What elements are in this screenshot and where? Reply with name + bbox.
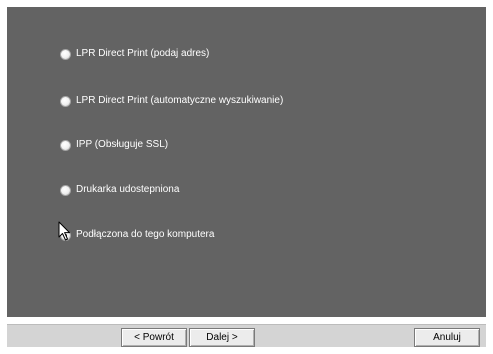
- option-ipp-ssl[interactable]: IPP (Obsługuje SSL): [60, 137, 168, 153]
- radio-button[interactable]: [60, 48, 71, 60]
- radio-button-selected[interactable]: [60, 229, 71, 241]
- radio-button[interactable]: [60, 184, 71, 196]
- option-label: Podłączona do tego komputera: [76, 229, 215, 240]
- option-label: LPR Direct Print (automatyczne wyszukiwa…: [76, 95, 284, 106]
- wizard-button-bar: < Powrót Dalej > Anuluj: [7, 324, 486, 347]
- next-button[interactable]: Dalej >: [189, 328, 255, 347]
- option-label: IPP (Obsługuje SSL): [76, 139, 169, 150]
- back-button[interactable]: < Powrót: [121, 328, 187, 347]
- cancel-button[interactable]: Anuluj: [414, 328, 480, 347]
- radio-button[interactable]: [60, 139, 71, 151]
- option-lpr-direct-print-address[interactable]: LPR Direct Print (podaj adres): [60, 46, 209, 62]
- option-local-computer[interactable]: Podłączona do tego komputera: [60, 227, 214, 243]
- option-shared-printer[interactable]: Drukarka udostepniona: [60, 182, 179, 198]
- option-lpr-direct-print-auto[interactable]: LPR Direct Print (automatyczne wyszukiwa…: [60, 93, 283, 109]
- radio-button[interactable]: [60, 95, 71, 107]
- connection-options-panel: LPR Direct Print (podaj adres) LPR Direc…: [7, 7, 486, 317]
- option-label: Drukarka udostepniona: [76, 184, 180, 195]
- option-label: LPR Direct Print (podaj adres): [76, 48, 210, 59]
